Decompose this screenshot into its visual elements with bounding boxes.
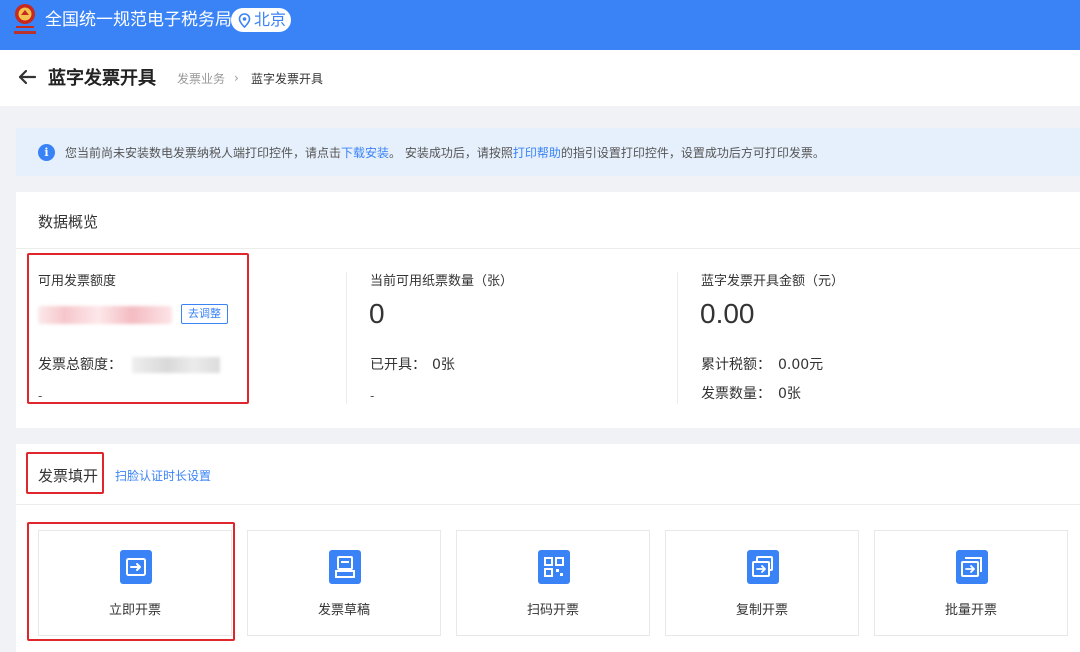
blue-invoice-amount-label: 蓝字发票开具金额（元） (701, 274, 845, 289)
divider (16, 504, 1080, 505)
invoice-count-label: 发票数量： (701, 386, 771, 402)
card-label: 批量开票 (944, 603, 997, 618)
adjust-quota-button[interactable]: 去调整 (181, 304, 228, 324)
card-scan-issue[interactable]: 扫码开票 (456, 530, 650, 636)
face-auth-duration-link[interactable]: 扫脸认证时长设置 (115, 468, 211, 484)
region-label: 北京 (254, 10, 287, 29)
download-install-link[interactable]: 下载安装 (341, 146, 389, 160)
notice-text-middle: 。 安装成功后，请按照 (389, 146, 513, 160)
total-quota-label: 发票总额度： (38, 357, 122, 373)
divider (16, 248, 1080, 249)
batch-invoice-icon (956, 550, 988, 584)
paper-dash: - (370, 389, 375, 403)
invoice-issue-icon (120, 550, 152, 584)
location-pin-icon (238, 12, 251, 28)
card-label: 复制开票 (735, 603, 788, 618)
accumulated-tax-value: 0.00元 (778, 357, 824, 373)
quota-dash: - (38, 389, 43, 403)
notice-text-before: 您当前尚未安装数电发票纳税人端打印控件，请点击 (65, 146, 342, 160)
card-copy-issue[interactable]: 复制开票 (665, 530, 859, 636)
data-overview-panel: 数据概览 可用发票额度 去调整 发票总额度： - 当前可用纸票数量（张） 0 已… (16, 192, 1080, 428)
notice-text-after: 的指引设置打印控件，设置成功后方可打印发票。 (560, 146, 825, 160)
info-icon: i (38, 144, 55, 161)
breadcrumb-current: 蓝字发票开具 (251, 72, 324, 86)
qr-code-icon (538, 550, 570, 584)
blue-invoice-amount-value: 0.00 (700, 298, 755, 329)
page-header: 蓝字发票开具 发票业务 › 蓝字发票开具 (0, 50, 1080, 106)
breadcrumb-separator: › (234, 71, 239, 85)
accumulated-tax-label: 累计税额： (701, 357, 771, 373)
invoice-count-value: 0张 (778, 386, 801, 402)
paper-count-label: 当前可用纸票数量（张） (370, 274, 514, 289)
paper-issued-value: 0张 (432, 357, 455, 373)
site-title: 全国统一规范电子税务局 (45, 10, 232, 30)
print-help-link[interactable]: 打印帮助 (513, 146, 561, 160)
overview-title: 数据概览 (38, 213, 99, 231)
invoice-draft-icon (329, 550, 361, 584)
card-label: 立即开票 (108, 603, 161, 618)
paper-issued-label: 已开具： (370, 357, 426, 373)
card-label: 发票草稿 (317, 603, 370, 618)
quota-label: 可用发票额度 (38, 274, 117, 289)
paper-count-value: 0 (369, 298, 385, 329)
card-label: 扫码开票 (526, 603, 579, 618)
copy-invoice-icon (747, 550, 779, 584)
invoice-fill-panel: 发票填开 扫脸认证时长设置 立即开票 发票草稿 扫码开票 复制开票 批量开票 (16, 444, 1080, 652)
top-bar: 全国统一规范电子税务局 北京 (0, 0, 1080, 50)
region-selector[interactable]: 北京 (231, 8, 291, 32)
breadcrumb-parent-link[interactable]: 发票业务 (177, 71, 225, 87)
column-divider (677, 272, 678, 404)
redacted-total-quota (132, 357, 220, 373)
back-arrow-icon[interactable] (17, 67, 37, 87)
print-control-notice: i 您当前尚未安装数电发票纳税人端打印控件，请点击下载安装。 安装成功后，请按照… (16, 128, 1080, 176)
tax-emblem-logo (14, 4, 36, 34)
notice-text: 您当前尚未安装数电发票纳税人端打印控件，请点击下载安装。 安装成功后，请按照打印… (65, 145, 825, 161)
card-issue-now[interactable]: 立即开票 (38, 530, 232, 636)
card-invoice-draft[interactable]: 发票草稿 (247, 530, 441, 636)
card-batch-issue[interactable]: 批量开票 (874, 530, 1068, 636)
page-title: 蓝字发票开具 (48, 68, 156, 89)
invoice-fill-title: 发票填开 (38, 467, 99, 485)
redacted-quota-value (38, 306, 172, 324)
column-divider (346, 272, 347, 404)
